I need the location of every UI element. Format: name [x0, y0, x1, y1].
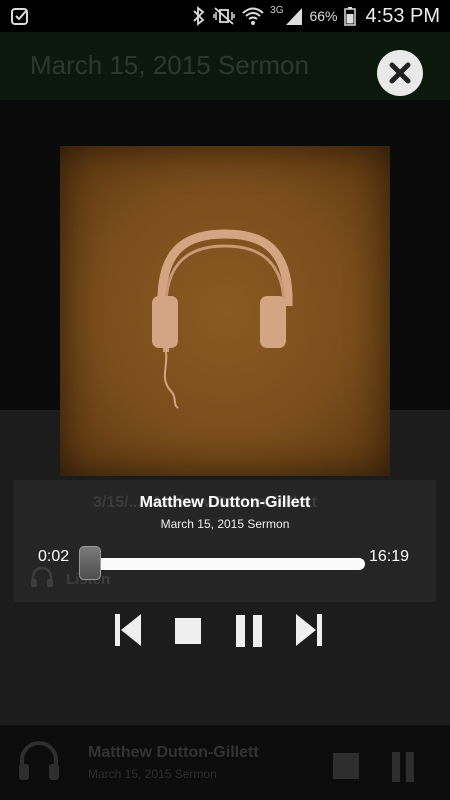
clock: 4:53 PM	[365, 4, 440, 27]
pause-icon-bar-right	[253, 615, 262, 647]
total-duration: 16:19	[369, 548, 410, 565]
seek-thumb[interactable]	[79, 546, 101, 580]
mini-stop-button[interactable]	[333, 753, 359, 779]
network-type: 3G	[270, 4, 284, 16]
skip-next-icon	[296, 614, 322, 646]
previous-button[interactable]	[113, 612, 143, 648]
elapsed-time: 0:02	[38, 548, 70, 565]
pause-button[interactable]	[236, 614, 262, 648]
battery-percent: 66%	[309, 8, 338, 24]
pause-icon-bar-left	[236, 615, 245, 647]
close-icon	[389, 62, 411, 84]
headphones-icon	[152, 229, 293, 409]
bluetooth-icon	[192, 6, 206, 26]
mini-player-subtitle: March 15, 2015 Sermon	[88, 767, 217, 781]
mini-player-title: Matthew Dutton-Gillett	[88, 744, 259, 761]
status-bar: 3G 66% 4:53 PM	[0, 0, 450, 32]
seek-bar[interactable]	[84, 558, 365, 570]
mute-vibrate-icon	[212, 6, 236, 26]
mini-pause-button[interactable]	[392, 752, 414, 782]
headphones-icon	[30, 566, 54, 592]
battery-icon	[343, 6, 356, 26]
stop-button[interactable]	[174, 617, 202, 645]
mini-player	[0, 725, 450, 800]
close-button[interactable]	[377, 50, 423, 96]
signal-icon	[285, 6, 303, 26]
wifi-icon	[242, 6, 264, 26]
track-title: Matthew Dutton-Gillett	[139, 494, 311, 511]
headphones-icon	[16, 738, 62, 789]
stop-icon	[175, 618, 201, 644]
skip-previous-icon	[115, 614, 141, 646]
album-art	[60, 146, 390, 476]
task-check-icon	[10, 6, 30, 26]
next-button[interactable]	[294, 612, 324, 648]
track-subtitle: March 15, 2015 Sermon	[160, 517, 290, 531]
background-page-title: March 15, 2015 Sermon	[30, 50, 309, 80]
